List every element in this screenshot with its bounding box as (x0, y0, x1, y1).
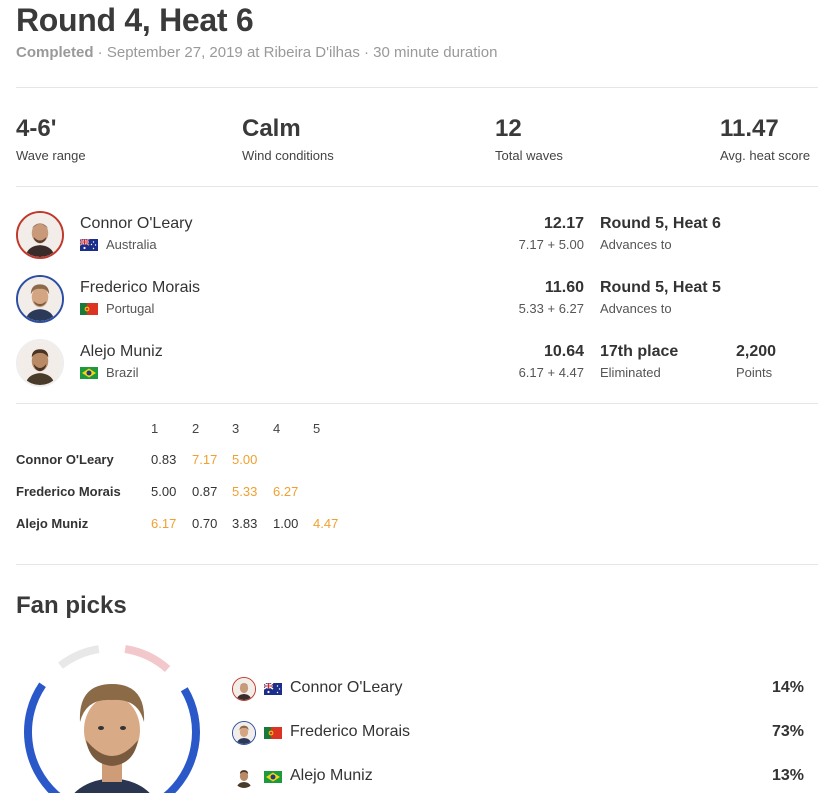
wave-score: 0.87 (192, 484, 218, 499)
fan-pick-percent: 73% (771, 723, 804, 740)
wave-score: 4.47 (313, 516, 339, 531)
donut-slice (58, 645, 100, 669)
stat-wave-range: 4-6' Wave range (16, 115, 86, 163)
surfer-outcome-label: Advances to (600, 301, 672, 316)
stat-avg-score: 11.47 Avg. heat score (720, 115, 810, 163)
wave-score: 3.83 (232, 516, 258, 531)
surfer-total: 10.64 (543, 343, 584, 360)
surfer-avatar (232, 677, 256, 701)
stat-value: 11.47 (720, 115, 779, 142)
surfer-avatar (232, 765, 256, 789)
heat-status: Completed (16, 44, 94, 61)
surfer-avatar[interactable] (16, 339, 64, 387)
wave-table-surfer: Connor O'Leary (16, 452, 114, 467)
australia-flag-icon (80, 238, 98, 251)
stat-value: Calm (242, 115, 301, 142)
wave-column-header: 3 (232, 421, 240, 436)
surfer-row[interactable]: Connor O'Leary Australia 12.17 7.17 + 5.… (16, 211, 834, 261)
wave-score: 7.17 (192, 452, 218, 467)
surfer-best-waves: 6.17 + 4.47 (518, 365, 584, 380)
country-name: Brazil (106, 365, 139, 380)
surfer-total: 12.17 (543, 215, 584, 232)
wave-score: 0.70 (192, 516, 218, 531)
wave-column-header: 4 (273, 421, 281, 436)
divider (16, 403, 818, 404)
wave-table-surfer: Alejo Muniz (16, 516, 89, 531)
divider (16, 564, 818, 565)
surfer-name[interactable]: Connor O'Leary (80, 215, 192, 233)
stat-value: 4-6' (16, 115, 57, 142)
wave-score: 5.00 (232, 452, 258, 467)
surfer-country: Brazil (80, 365, 139, 380)
fan-pick-row[interactable]: Alejo Muniz 13% (232, 764, 804, 790)
surfer-avatar[interactable] (16, 211, 64, 259)
stat-label: Avg. heat score (720, 148, 811, 163)
surfer-outcome[interactable]: Round 5, Heat 5 (600, 279, 721, 297)
fan-pick-percent: 13% (771, 767, 804, 784)
fan-pick-row[interactable]: Connor O'Leary 14% (232, 676, 804, 702)
stat-label: Total waves (495, 148, 563, 163)
brazil-flag-icon (264, 771, 282, 783)
surfer-points-label: Points (736, 365, 773, 380)
fan-pick-percent: 14% (771, 679, 804, 696)
wave-score: 1.00 (273, 516, 299, 531)
portugal-flag-icon (80, 302, 98, 315)
surfer-row[interactable]: Frederico Morais Portugal 11.60 5.33 + 6… (16, 275, 834, 325)
surfer-points: 2,200 (736, 343, 777, 360)
stat-total-waves: 12 Total waves (495, 115, 563, 163)
fan-pick-name: Alejo Muniz (290, 767, 373, 784)
stat-label: Wave range (16, 148, 86, 163)
fan-pick-row[interactable]: Frederico Morais 73% (232, 720, 804, 746)
surfer-name[interactable]: Alejo Muniz (80, 343, 163, 361)
surfer-avatar[interactable] (16, 275, 64, 323)
stat-value: 12 (495, 115, 522, 142)
surfer-outcome: 17th place (600, 343, 679, 360)
surfer-best-waves: 7.17 + 5.00 (518, 237, 584, 252)
country-name: Australia (106, 237, 157, 252)
fan-picks-title: Fan picks (16, 592, 127, 619)
wave-score: 6.27 (273, 484, 299, 499)
heat-subtitle: Completed · September 27, 2019 at Ribeir… (16, 44, 497, 61)
country-name: Portugal (106, 301, 155, 316)
surfer-total: 11.60 (544, 279, 584, 296)
wave-score: 5.33 (232, 484, 258, 499)
wave-score: 5.00 (151, 484, 177, 499)
wave-column-header: 2 (192, 421, 200, 436)
brazil-flag-icon (80, 366, 98, 379)
surfer-avatar (232, 721, 256, 745)
surfer-country: Portugal (80, 301, 154, 316)
surfer-country: Australia (80, 237, 157, 252)
heat-title: Round 4, Heat 6 (16, 2, 254, 38)
fan-picks-donut (22, 642, 202, 793)
fan-pick-name: Connor O'Leary (290, 679, 403, 696)
australia-flag-icon (264, 683, 282, 695)
divider (16, 186, 818, 187)
wave-score: 6.17 (151, 516, 177, 531)
fan-pick-name: Frederico Morais (290, 723, 411, 740)
wave-column-header: 1 (151, 421, 159, 436)
divider (16, 87, 818, 88)
featured-surfer-photo (42, 662, 182, 793)
wave-score: 0.83 (151, 452, 177, 467)
surfer-outcome-label: Eliminated (600, 365, 661, 380)
stat-wind: Calm Wind conditions (242, 115, 334, 163)
surfer-outcome[interactable]: Round 5, Heat 6 (600, 215, 721, 233)
surfer-best-waves: 5.33 + 6.27 (518, 301, 584, 316)
surfer-outcome-label: Advances to (600, 237, 672, 252)
surfer-name[interactable]: Frederico Morais (80, 279, 200, 297)
portugal-flag-icon (264, 727, 282, 739)
heat-details: · September 27, 2019 at Ribeira D'ilhas … (93, 44, 498, 61)
wave-table-surfer: Frederico Morais (16, 484, 121, 499)
surfer-row[interactable]: Alejo Muniz Brazil 10.64 6.17 + 4.47 17t… (16, 339, 834, 389)
stat-label: Wind conditions (242, 148, 334, 163)
wave-column-header: 5 (313, 421, 321, 436)
